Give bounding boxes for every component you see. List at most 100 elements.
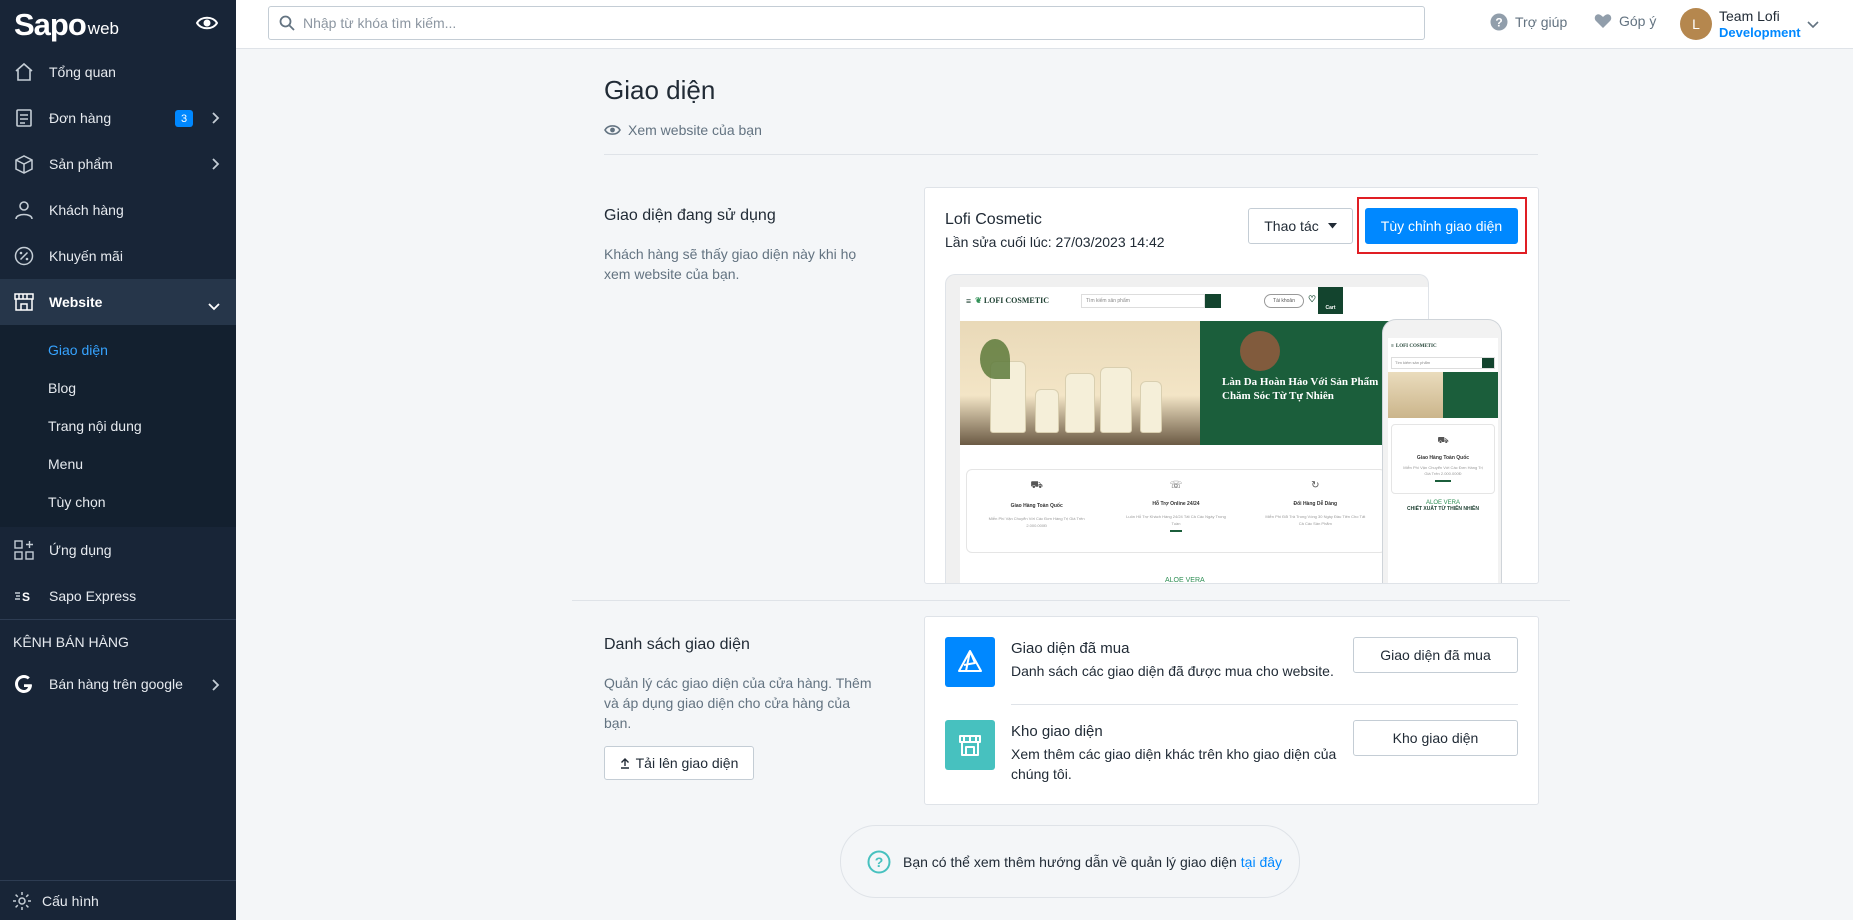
divider [604, 154, 1538, 155]
feature-desc: Luôn Hỗ Trợ Khách Hàng 24/24 Tất Cả Các … [1126, 514, 1226, 526]
chevron-down-icon [208, 298, 220, 314]
feature-desc: Miễn Phí Vận Chuyển Với Các Đơn Hàng Trị… [988, 516, 1085, 528]
preview-header: ≡ ❦ LOFI COSMETIC Tìm kiếm sản phẩm Tài … [960, 287, 1428, 314]
sidebar-item-website[interactable]: Website [0, 279, 236, 325]
divider [1011, 704, 1518, 705]
logo-text: Sapo [14, 6, 87, 42]
website-submenu: Giao diện Blog Trang nội dung Menu Tùy c… [0, 325, 236, 527]
help-link[interactable]: ? Trợ giúp [1490, 13, 1567, 31]
sapo-express-icon: S [13, 585, 35, 607]
sidebar-item-label: Sapo Express [49, 588, 137, 604]
theme-preview-desktop[interactable]: ≡ ❦ LOFI COSMETIC Tìm kiếm sản phẩm Tài … [945, 274, 1429, 584]
topbar: ? Trợ giúp Góp ý L Team Lofi Development [236, 0, 1853, 49]
chevron-right-icon [212, 157, 220, 173]
orders-icon [13, 107, 35, 129]
help-link[interactable]: tại đây [1241, 854, 1282, 870]
mobile-banner-photo [1388, 372, 1443, 418]
settings-label: Cấu hình [42, 892, 99, 909]
theme-store-desc: Xem thêm các giao diện khác trên kho gia… [1011, 746, 1337, 782]
theme-list-heading: Danh sách giao diện [604, 636, 750, 653]
sidebar-item-products[interactable]: Sản phẩm [0, 141, 236, 187]
sidebar-item-customers[interactable]: Khách hàng [0, 187, 236, 233]
sidebar-item-apps[interactable]: Ứng dụng [0, 527, 236, 573]
sidebar-item-google[interactable]: Bán hàng trên google [0, 664, 236, 704]
submenu-item-pages[interactable]: Trang nội dung [0, 407, 236, 445]
preview-cart: Cart [1318, 287, 1343, 314]
exchange-icon: ↻ [1311, 480, 1320, 491]
upload-theme-button[interactable]: Tải lên giao diện [604, 746, 754, 780]
search-icon [279, 15, 295, 31]
sidebar-item-sapo-express[interactable]: S Sapo Express [0, 573, 236, 619]
search-input[interactable] [303, 15, 1403, 31]
theme-preview-mobile[interactable]: ≡ LOFI COSMETIC Tìm kiếm sản phẩm ⛟ Giao… [1382, 319, 1502, 583]
support-icon: ☏ [1169, 480, 1183, 491]
caret-down-icon [1327, 223, 1337, 229]
products-photo [960, 321, 1200, 445]
bottle-image [1140, 381, 1162, 433]
store-icon [13, 291, 35, 313]
sidebar-item-orders[interactable]: Đơn hàng 3 [0, 95, 236, 141]
purchased-theme-icon [945, 637, 995, 687]
feedback-label: Góp ý [1619, 13, 1657, 29]
upload-label: Tải lên giao diện [635, 755, 739, 771]
gear-icon [12, 891, 32, 911]
purchased-theme-title: Giao diện đã mua [1011, 640, 1130, 657]
heart-icon [1594, 13, 1612, 29]
submenu-item-themes[interactable]: Giao diện [0, 331, 236, 369]
preview-banner-title: Làn Da Hoàn Hảo Với Sản Phẩm Chăm Sóc Từ… [1222, 376, 1379, 402]
percent-icon [13, 245, 35, 267]
avatar[interactable]: L [1680, 8, 1712, 40]
question-circle-icon: ? [867, 850, 891, 874]
sidebar-item-overview[interactable]: Tổng quan [0, 49, 236, 95]
sidebar-item-label: Tổng quan [49, 64, 116, 80]
current-theme-description: Khách hàng sẽ thấy giao diện này khi họ … [604, 246, 857, 282]
svg-text:?: ? [1495, 16, 1502, 30]
submenu-item-menu[interactable]: Menu [0, 445, 236, 483]
preview-feature: ↻ Đổi Hàng Dễ Dàng Miễn Phí Đổi Trả Tron… [1246, 470, 1385, 552]
sapo-logo[interactable]: Sapo web [0, 0, 236, 49]
chevron-right-icon [212, 111, 220, 127]
theme-store-icon [945, 720, 995, 770]
mobile-brand: LOFI COSMETIC [1395, 343, 1437, 349]
actions-dropdown-button[interactable]: Thao tác [1248, 208, 1353, 244]
mobile-banner [1388, 372, 1498, 418]
leaf-logo-icon: ❦ [975, 296, 982, 305]
user-name[interactable]: Team Lofi [1719, 8, 1780, 24]
search-box[interactable] [268, 6, 1425, 40]
theme-store-button[interactable]: Kho giao diện [1353, 720, 1518, 756]
mobile-search: Tìm kiếm sản phẩm [1391, 357, 1495, 369]
menu-icon: ≡ [1391, 343, 1394, 349]
preview-feature: ⛟ Giao Hàng Toàn Quốc Miễn Phí Vận Chuyể… [967, 470, 1106, 552]
mobile-search-text: Tìm kiếm sản phẩm [1395, 360, 1431, 365]
feature-desc: Miễn Phí Đổi Trả Trong Vòng 30 Ngày Đầu … [1265, 514, 1366, 526]
theme-last-edited: Lần sửa cuối lúc: 27/03/2023 14:42 [945, 234, 1165, 250]
mobile-feature: ⛟ Giao Hàng Toàn Quốc Miễn Phí Vận Chuyể… [1391, 424, 1495, 494]
view-website-link[interactable]: Xem website của bạn [604, 122, 762, 138]
divider [572, 600, 1570, 601]
preview-account: Tài khoản [1264, 294, 1304, 308]
theme-store-title: Kho giao diện [1011, 723, 1103, 740]
product-box-icon [13, 153, 35, 175]
mobile-search-button [1482, 358, 1494, 368]
page-title: Giao diện [604, 75, 716, 105]
sidebar-item-label: Bán hàng trên google [49, 676, 183, 692]
eye-icon[interactable] [195, 15, 219, 36]
user-icon [13, 199, 35, 221]
user-role: Development [1719, 25, 1801, 40]
purchased-themes-button[interactable]: Giao diện đã mua [1353, 637, 1518, 673]
orders-count-badge: 3 [175, 110, 193, 127]
sidebar-item-settings[interactable]: Cấu hình [0, 880, 236, 920]
purchased-theme-desc: Danh sách các giao diện đã được mua cho … [1011, 663, 1334, 679]
theme-list-card: Giao diện đã mua Danh sách các giao diện… [924, 616, 1539, 805]
chevron-down-icon[interactable] [1807, 16, 1819, 34]
mobile-aloe-sub: CHIẾT XUẤT TỪ THIÊN NHIÊN [1407, 506, 1479, 512]
sidebar-item-promotions[interactable]: Khuyến mãi [0, 233, 236, 279]
preview-features: ⛟ Giao Hàng Toàn Quốc Miễn Phí Vận Chuyể… [966, 469, 1386, 553]
submenu-item-blog[interactable]: Blog [0, 369, 236, 407]
sidebar-item-label: Khuyến mãi [49, 248, 123, 264]
preview-brand: LOFI COSMETIC [983, 296, 1049, 305]
feedback-link[interactable]: Góp ý [1594, 13, 1656, 29]
submenu-item-options[interactable]: Tùy chọn [0, 483, 236, 521]
preview-section-label: ALOE VERA [1165, 577, 1205, 584]
sidebar-item-label: Khách hàng [49, 202, 124, 218]
